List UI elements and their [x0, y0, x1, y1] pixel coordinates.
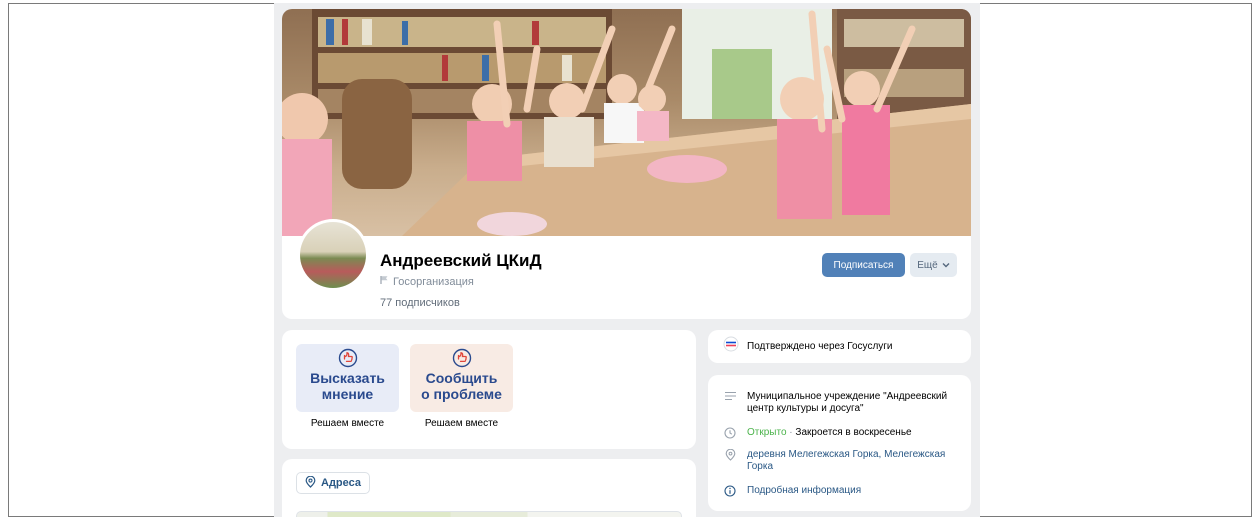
- description-text: Муниципальное учреждение "Андреевский це…: [747, 391, 948, 414]
- location-pin-icon: [723, 449, 737, 473]
- description-row: Муниципальное учреждение "Андреевский це…: [723, 391, 963, 415]
- express-opinion-line1: Высказать: [310, 370, 385, 386]
- info-icon: [723, 485, 737, 497]
- hand-icon: [338, 348, 357, 368]
- status-open: Открыто: [747, 427, 787, 438]
- status-close: Закроется в воскресенье: [795, 427, 912, 438]
- community-avatar[interactable]: [297, 219, 369, 291]
- details-link[interactable]: Подробная информация: [747, 485, 861, 497]
- more-button[interactable]: Ещё: [910, 253, 957, 277]
- location-link[interactable]: деревня Мелегежская Горка, Мелегежская Г…: [747, 449, 963, 473]
- more-button-label: Ещё: [917, 259, 938, 271]
- report-problem-line1: Сообщить: [425, 370, 498, 386]
- express-opinion-line2: мнение: [321, 386, 374, 402]
- gosuslugi-icon: [723, 336, 739, 357]
- report-problem-caption: Решаем вместе: [424, 418, 499, 429]
- community-page: Андреевский ЦКиД Госорганизация 77 подпи…: [274, 3, 980, 517]
- verified-text: Подтверждено через Госуслуги: [747, 341, 893, 352]
- avatar-image: [300, 222, 366, 288]
- hours-text: Открыто · Закроется в воскресенье: [747, 427, 912, 439]
- verified-card: Подтверждено через Госуслуги: [708, 330, 971, 363]
- report-problem-line2: о проблеме: [421, 386, 502, 402]
- info-card: Муниципальное учреждение "Андреевский це…: [708, 375, 971, 511]
- hand-icon: [452, 348, 471, 368]
- chevron-down-icon: [942, 260, 950, 271]
- addresses-card: Адреса: [282, 459, 696, 517]
- express-opinion-caption: Решаем вместе: [310, 418, 385, 429]
- community-type: Госорганизация: [380, 275, 474, 288]
- community-type-label: Госорганизация: [393, 275, 474, 288]
- clock-icon: [723, 427, 737, 439]
- express-opinion-title: Высказать мнение: [310, 370, 385, 402]
- flag-icon: [380, 275, 389, 288]
- report-problem-title: Сообщить о проблеме: [421, 370, 502, 402]
- feedback-widget: Высказать мнение Решаем вместе Сообщить …: [282, 330, 696, 449]
- express-opinion-button[interactable]: Высказать мнение: [296, 344, 399, 412]
- location-pin-icon: [305, 475, 316, 491]
- details-row[interactable]: Подробная информация: [723, 485, 963, 497]
- cover-photo: [282, 9, 971, 236]
- addresses-tab[interactable]: Адреса: [296, 472, 370, 494]
- community-header: Андреевский ЦКиД Госорганизация 77 подпи…: [282, 9, 971, 319]
- addresses-label: Адреса: [321, 477, 361, 489]
- list-icon: [723, 391, 737, 415]
- location-row[interactable]: деревня Мелегежская Горка, Мелегежская Г…: [723, 449, 963, 473]
- subscribers-count[interactable]: 77 подписчиков: [380, 297, 460, 309]
- report-problem-button[interactable]: Сообщить о проблеме: [410, 344, 513, 412]
- community-name: Андреевский ЦКиД: [380, 251, 542, 270]
- subscribe-button[interactable]: Подписаться: [822, 253, 905, 277]
- address-map[interactable]: [296, 511, 682, 517]
- hours-row[interactable]: Открыто · Закроется в воскресенье: [723, 427, 963, 439]
